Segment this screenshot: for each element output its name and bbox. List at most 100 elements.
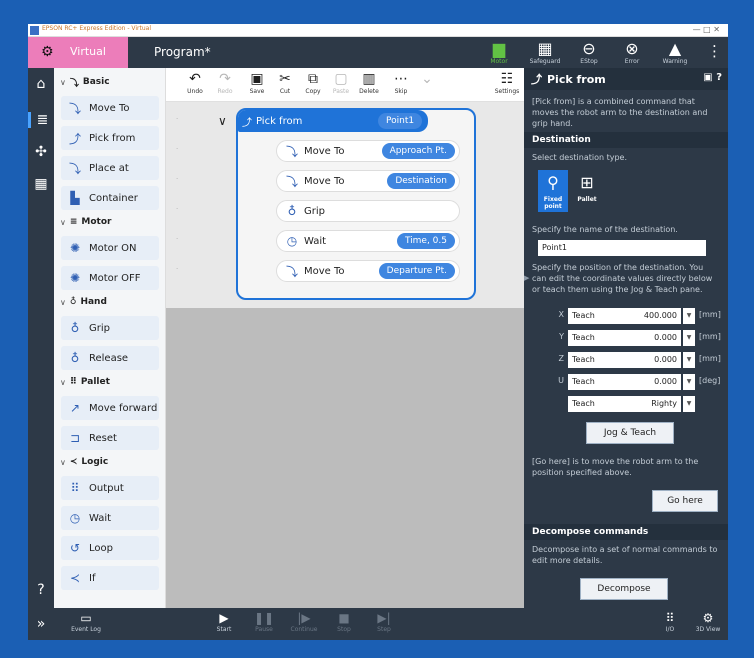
expand-panel-icon[interactable]: ▶ [524,274,529,282]
undo-icon: ↶ [189,71,201,87]
palette-item-loop[interactable]: ↺ Loop [61,536,159,560]
bottom-toolbar: ▭ Event Log ▶ Start ❚❚ Pause |▶ Continue ■ St… [54,608,728,640]
start-button[interactable]: ▶ Start [204,610,244,633]
redo-button[interactable]: ↷ Redo [210,70,240,95]
palette-item-place-at[interactable]: ⤵ Place at [61,156,159,180]
robot-arm-icon: ⚙ [41,44,54,60]
palette-item-reset[interactable]: ⊐ Reset [61,426,159,450]
command-move-to-approach[interactable]: ⤵ Move To Approach Pt. [276,140,460,162]
settings-button[interactable]: ☷ Settings [492,70,522,95]
palette-item-output[interactable]: ⠿ Output [61,476,159,500]
chevron-down-icon[interactable]: ▼ [683,330,695,346]
estop-status-button[interactable]: ⊖ EStop [567,37,611,68]
category-pallet[interactable]: ∨ ⠿ Pallet [60,373,110,391]
chevron-down-icon[interactable]: ▼ [683,308,695,324]
home-icon[interactable]: ⌂ [28,76,54,92]
jog-teach-button[interactable]: Jog & Teach [586,422,674,444]
mode-tab-virtual[interactable]: ⚙ Virtual [28,37,128,68]
category-logic[interactable]: ∨ ≺ Logic [60,453,108,471]
command-move-to-destination[interactable]: ⤵ Move To Destination [276,170,460,192]
settings-icon: ☷ [500,71,514,87]
skip-dropdown[interactable]: ⌄ [412,70,442,88]
decompose-section-header: Decompose commands [524,524,728,540]
palette-item-release[interactable]: ♁ Release [61,346,159,370]
coord-y-field[interactable]: Teach 0.000 [568,330,681,346]
undo-button[interactable]: ↶ Undo [180,70,210,95]
type-pallet-button[interactable]: ⊞ Pallet [572,170,602,212]
if-icon: ≺ [69,571,81,585]
pick-from-icon: ⤴ [68,131,81,146]
step-icon: ▶| [377,611,391,625]
command-grip[interactable]: ♁ Grip [276,200,460,222]
palette-item-grip[interactable]: ♁ Grip [61,316,159,340]
coord-x-field[interactable]: Teach 400.000 [568,308,681,324]
category-hand[interactable]: ∨ ♁ Hand [60,293,107,311]
pause-button[interactable]: ❚❚ Pause [244,610,284,633]
palette-item-move-to[interactable]: ⤵ Move To [61,96,159,120]
palette-item-move-forward[interactable]: ↗ Move forward [61,396,159,420]
decompose-button[interactable]: Decompose [580,578,668,600]
command-move-to-departure[interactable]: ⤵ Move To Departure Pt. [276,260,460,282]
chevron-down-icon[interactable]: ▼ [683,374,695,390]
warning-status-button[interactable]: ▲ Warning [653,37,697,68]
param-chip[interactable]: Departure Pt. [378,263,455,279]
param-chip[interactable]: Time, 0.5 [396,233,455,249]
collapse-block-icon[interactable]: ∨ [218,114,227,128]
palette-item-motor-on[interactable]: ✺ Motor ON [61,236,159,260]
name-row: Point1 [524,240,728,256]
program-icon[interactable]: ≣ [28,112,54,128]
save-icon: ▣ [250,71,264,87]
palette-item-wait[interactable]: ◷ Wait [61,506,159,530]
type-fixed-point-button[interactable]: ⚲ Fixed point [538,170,568,212]
paste-button[interactable]: ▢ Paste [326,70,356,95]
continue-button[interactable]: |▶ Continue [284,610,324,633]
delete-button[interactable]: ▥ Delete [354,70,384,95]
palette-item-motor-off[interactable]: ✺ Motor OFF [61,266,159,290]
app-icon [30,26,39,35]
step-button[interactable]: ▶| Step [364,610,404,633]
jog-move-icon[interactable]: ✣ [28,144,54,160]
line-marker: · [176,235,179,243]
window-controls[interactable]: — □ ✕ [693,25,720,34]
help-icon[interactable]: ? [28,582,54,598]
category-basic[interactable]: ∨ ⤵ Basic [60,73,110,91]
save-button[interactable]: ▣ Save [242,70,272,95]
motor-on-icon: ✺ [69,241,81,255]
copy-button[interactable]: ⧉ Copy [298,70,328,95]
destination-chip[interactable]: Point1 [378,113,423,129]
chevron-down-icon[interactable]: ▼ [683,396,695,412]
safeguard-status-button[interactable]: ▦ Safeguard [523,37,567,68]
cut-button[interactable]: ✂ Cut [270,70,300,95]
palette-item-if[interactable]: ≺ If [61,566,159,590]
stop-button[interactable]: ■ Stop [324,610,364,633]
app-header: ⚙ Virtual Program* ▆ Motor ▦ Safeguard ⊖… [28,37,728,68]
pallet-icon: ⊞ [580,173,594,192]
properties-title: Pick from [547,72,606,86]
paste-icon: ▢ [334,71,348,87]
grid-icon[interactable]: ▦ [28,176,54,192]
destination-name-input[interactable]: Point1 [538,240,706,256]
pick-from-block[interactable]: ⤴ Pick from Point1 ⤵ Move To Approach Pt… [236,108,476,300]
command-wait[interactable]: ◷ Wait Time, 0.5 [276,230,460,252]
go-here-button[interactable]: Go here [652,490,718,512]
chevron-down-icon[interactable]: ▼ [683,352,695,368]
help-icon[interactable]: ▣ ? [703,72,722,83]
io-button[interactable]: ⠿ I/O [650,610,690,633]
hand-orientation-field[interactable]: Teach Righty [568,396,681,412]
error-status-button[interactable]: ⊗ Error [610,37,654,68]
coord-u-field[interactable]: Teach 0.000 [568,374,681,390]
category-motor[interactable]: ∨ ≡ Motor [60,213,111,231]
motor-status-button[interactable]: ▆ Motor [477,37,521,68]
continue-icon: |▶ [297,611,311,625]
3d-view-button[interactable]: ⚙ 3D View [688,610,728,633]
param-chip[interactable]: Destination [387,173,455,189]
event-log-button[interactable]: ▭ Event Log [66,610,106,633]
chevron-down-icon: ∨ [60,77,66,87]
expand-nav-icon[interactable]: » [28,616,54,632]
more-options-icon[interactable]: ⋮ [707,42,722,60]
coord-z-field[interactable]: Teach 0.000 [568,352,681,368]
palette-item-container[interactable]: ▙ Container [61,186,159,210]
param-chip[interactable]: Approach Pt. [381,143,455,159]
trash-icon: ▥ [362,71,376,87]
palette-item-pick-from[interactable]: ⤴ Pick from [61,126,159,150]
